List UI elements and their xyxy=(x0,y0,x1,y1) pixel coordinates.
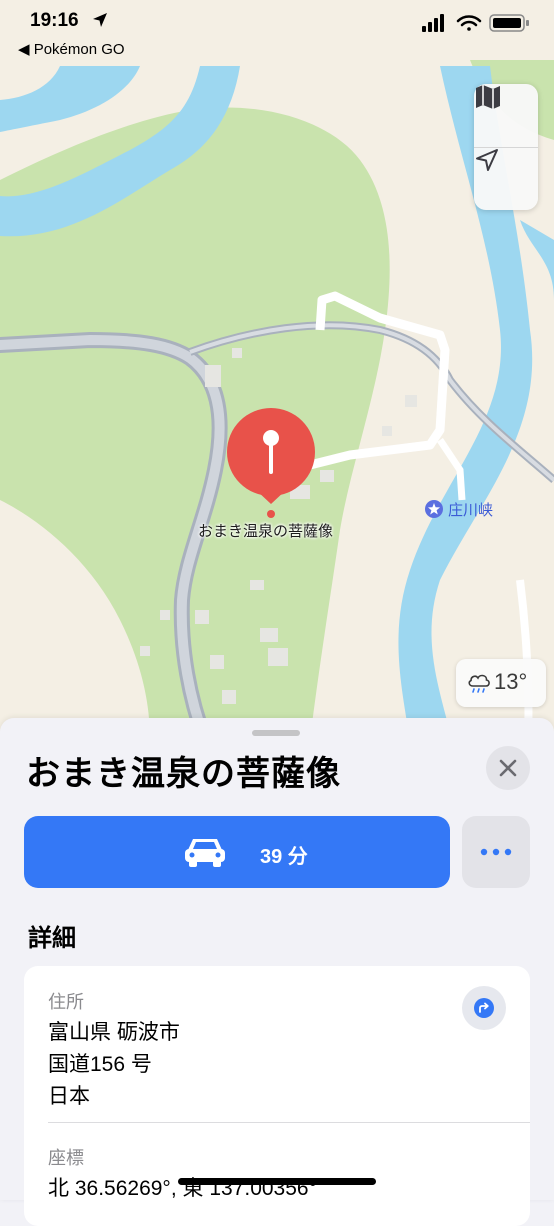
home-indicator[interactable] xyxy=(178,1178,376,1185)
map-mode-button[interactable] xyxy=(474,84,538,147)
location-services-icon xyxy=(93,13,107,27)
location-pin-icon[interactable] xyxy=(226,408,318,520)
card-separator xyxy=(48,1122,530,1123)
details-card: 住所 富山県 砺波市 国道156 号 日本 座標 北 36.56269°, 東 … xyxy=(24,966,530,1226)
turn-arrow-icon xyxy=(474,998,494,1018)
address-label: 住所 xyxy=(48,992,84,1012)
sheet-grabber[interactable] xyxy=(252,730,300,736)
place-sheet[interactable]: おまき温泉の菩薩像 39 分 詳細 住所 富山県 砺波市 国道156 号 日本 xyxy=(0,718,554,1226)
nearby-poi-label[interactable]: 庄川峡 xyxy=(448,499,493,520)
map-view[interactable]: おまき温泉の菩薩像 庄川峡 13° xyxy=(0,0,554,740)
address-directions-button[interactable] xyxy=(462,986,506,1030)
map-canvas xyxy=(0,0,554,740)
status-time: 19:16 xyxy=(30,10,79,31)
cellular-signal-icon xyxy=(422,14,444,32)
close-button[interactable] xyxy=(486,746,530,790)
directions-time: 39 分 xyxy=(260,846,308,868)
coordinates-label: 座標 xyxy=(48,1148,84,1168)
location-arrow-icon xyxy=(476,149,498,171)
back-to-app-link[interactable]: ◀ Pokémon GO xyxy=(18,40,125,58)
address-line[interactable]: 国道156 号 xyxy=(48,1048,152,1078)
status-bar: 19:16 ◀ Pokémon GO xyxy=(0,0,554,66)
battery-icon xyxy=(489,14,529,32)
status-icons xyxy=(422,14,529,32)
map-icon xyxy=(476,85,500,109)
rain-cloud-icon xyxy=(468,674,490,693)
coordinates-value[interactable]: 北 36.56269°, 東 137.00356° xyxy=(48,1172,317,1202)
directions-button[interactable]: 39 分 xyxy=(24,816,450,888)
address-line[interactable]: 日本 xyxy=(48,1080,90,1110)
place-map-label[interactable]: おまき温泉の菩薩像 xyxy=(198,520,333,541)
wifi-icon xyxy=(456,15,482,31)
current-location-button[interactable] xyxy=(474,147,538,210)
map-controls xyxy=(474,84,538,210)
ellipsis-icon xyxy=(480,848,512,856)
details-heading: 詳細 xyxy=(28,925,76,952)
address-line[interactable]: 富山県 砺波市 xyxy=(48,1016,180,1046)
star-poi-icon[interactable] xyxy=(424,499,444,519)
weather-badge: 13° xyxy=(456,659,546,707)
more-options-button[interactable] xyxy=(462,816,530,888)
place-title: おまき温泉の菩薩像 xyxy=(26,755,341,793)
weather-temperature: 13° xyxy=(494,669,528,694)
car-icon xyxy=(185,839,225,867)
close-icon xyxy=(499,759,517,777)
